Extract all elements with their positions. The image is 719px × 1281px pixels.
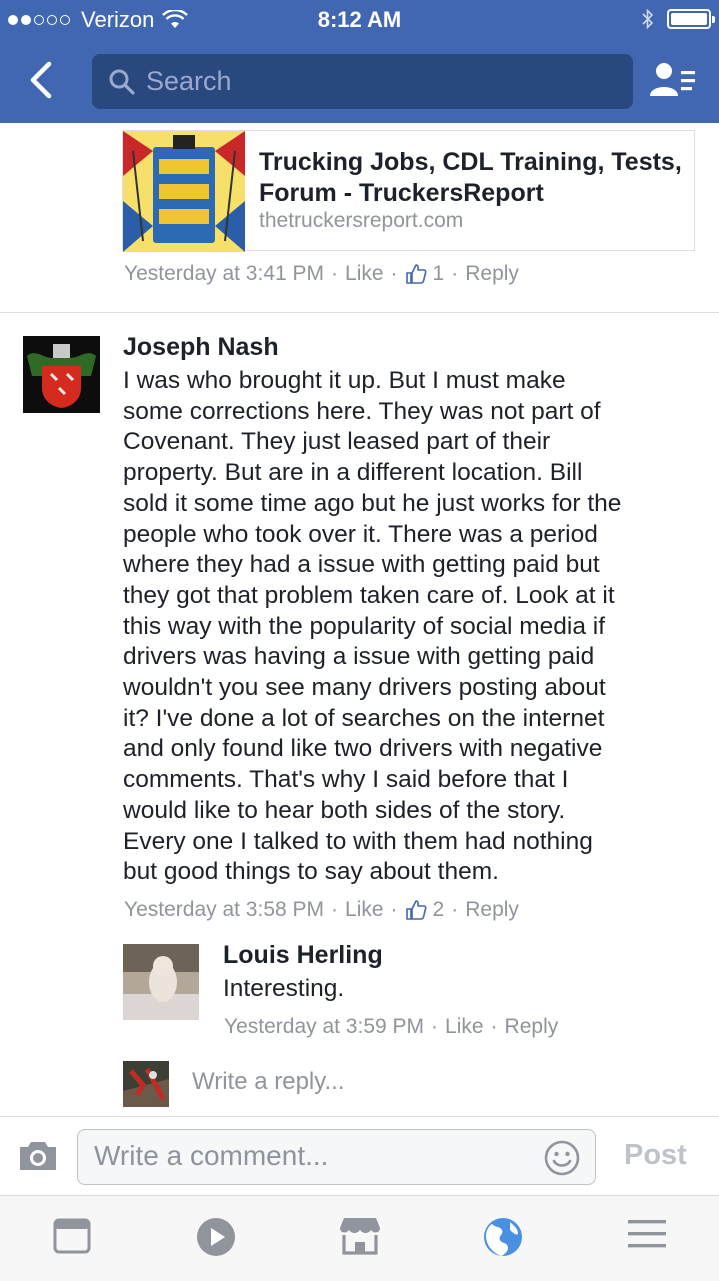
video-icon[interactable] [195,1216,237,1258]
search-input[interactable]: Search [92,54,633,109]
avatar[interactable] [123,944,199,1020]
status-bar: Verizon 8:12 AM [0,0,719,40]
link-preview-card[interactable]: Trucking Jobs, CDL Training, Tests, Foru… [122,130,695,252]
friends-list-icon[interactable] [649,60,697,100]
camera-icon[interactable] [18,1139,58,1173]
comment-placeholder: Write a comment... [94,1140,329,1171]
top-bar: Verizon 8:12 AM Search [0,0,719,123]
news-feed-icon[interactable] [52,1216,92,1256]
like-count: 1 [432,262,445,285]
comment-text-line: would like to hear both sides of the sto… [123,796,566,824]
comment-text-line: people who took over it. There was a per… [123,520,598,548]
comment-timestamp: Yesterday at 3:58 PM [124,898,325,921]
marketplace-icon[interactable] [338,1216,382,1256]
comment-input[interactable]: Write a comment... [77,1129,596,1185]
globe-notifications-icon[interactable] [482,1216,524,1258]
thumbs-up-icon [405,264,427,284]
like-link[interactable]: Like [345,262,384,286]
comment-text: I was who brought it up. But I must make… [123,366,698,888]
comment-timestamp: Yesterday at 3:41 PM [124,262,325,285]
menu-icon[interactable] [627,1216,667,1252]
reply-link[interactable]: Reply [465,898,519,922]
reply-input[interactable]: Write a reply... [192,1068,344,1096]
comment-author-name[interactable]: Joseph Nash [123,333,279,362]
like-link[interactable]: Like [345,898,384,922]
link-title: Trucking Jobs, CDL Training, Tests, Foru… [259,148,682,207]
comment-text-line: but good things to say about them. [123,858,499,886]
reply-link[interactable]: Reply [505,1015,559,1039]
tab-bar [0,1195,719,1281]
reply-meta: Yesterday at 3:59 PM · Like · Reply [224,1015,559,1039]
comment-text-line: Every one I talked to with them had noth… [123,827,593,855]
emoji-icon[interactable] [543,1139,581,1177]
comment-text-line: wouldn't you see many drivers posting ab… [123,674,606,702]
search-placeholder: Search [146,66,232,96]
back-arrow-icon[interactable] [22,60,62,100]
status-time: 8:12 AM [317,7,402,32]
thumbs-up-icon [405,900,427,920]
bluetooth-icon [642,8,654,30]
reply-text: Interesting. [223,975,345,1002]
search-icon [109,69,135,95]
comment-text-line: it? I've done a lot of searches on the i… [123,704,605,732]
previous-comment-meta: Yesterday at 3:41 PM · Like · 1 · Reply [124,262,519,286]
comment-meta: Yesterday at 3:58 PM · Like · 2 · Reply [124,898,519,922]
comment-text-line: Covenant. They just leased part of their [123,428,551,456]
reply-link[interactable]: Reply [465,262,519,286]
comment-text-line: I was who brought it up. But I must make [123,367,566,394]
comment-text-line: drivers was having a issue with getting … [123,643,595,671]
comment-composer: Write a comment... Post [0,1116,719,1195]
comment-text-line: where they had a issue with getting paid… [123,551,600,579]
reply-timestamp: Yesterday at 3:59 PM [224,1015,425,1038]
avatar[interactable] [23,336,100,413]
comment-text-line: sold it some time ago but he just works … [123,489,622,517]
battery-icon [667,9,715,29]
comment-text-line: they got that problem taken care of. Loo… [123,581,615,609]
comment-text-line: and only found like two drivers with neg… [123,735,603,763]
post-button[interactable]: Post [624,1139,687,1172]
link-thumbnail [123,131,245,252]
like-count: 2 [432,898,445,921]
like-link[interactable]: Like [445,1015,484,1039]
link-domain: thetruckersreport.com [259,209,464,232]
comment-text-line: this way with the popularity of social m… [123,612,606,640]
avatar [123,1061,169,1107]
comment-text-line: property. But are in a different locatio… [123,459,583,487]
nav-bar: Search [0,50,719,114]
reply-author-name[interactable]: Louis Herling [223,941,383,970]
divider [0,312,719,313]
comment-text-line: some corrections here. They was not part… [123,397,601,425]
comment-text-line: comments. That's why I said before that … [123,766,569,794]
